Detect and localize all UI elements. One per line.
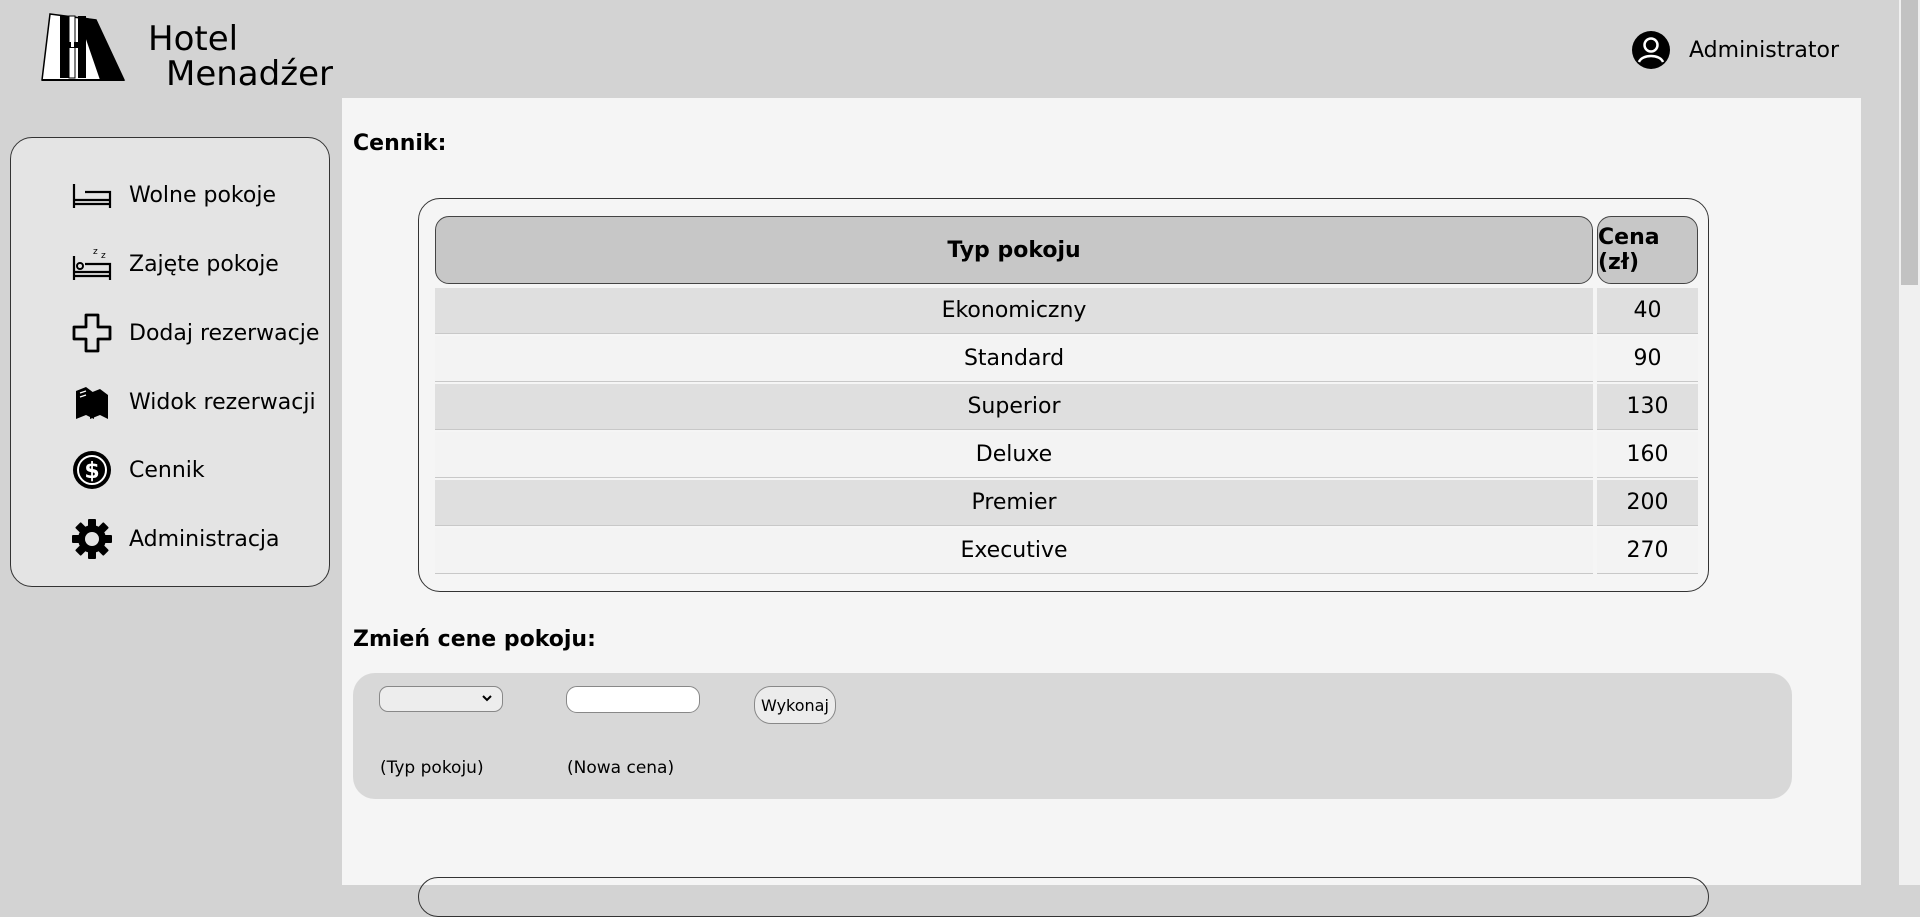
top-header: Hotel Menadźer Administrator (0, 0, 1899, 98)
sidebar-item-label: Cennik (129, 457, 205, 483)
sidebar-item-widok-rezerwacji[interactable]: Widok rezerwacji (69, 377, 316, 427)
gear-icon (69, 516, 115, 562)
new-price-input[interactable] (566, 686, 700, 713)
change-price-title: Zmień cene pokoju: (353, 627, 596, 652)
chevron-down-icon (482, 695, 492, 702)
room-type-cell: Premier (435, 480, 1593, 526)
price-cell: 40 (1597, 288, 1698, 334)
books-icon (69, 379, 115, 425)
plus-icon (69, 310, 115, 356)
app-title: Hotel Menadźer (148, 22, 333, 92)
room-type-cell: Executive (435, 528, 1593, 574)
user-name: Administrator (1689, 37, 1839, 63)
sidebar-item-label: Administracja (129, 526, 280, 552)
hotel-logo-icon (41, 13, 126, 81)
sidebar-item-cennik[interactable]: $ Cennik (69, 445, 205, 495)
sleeping-bed-icon: zz (69, 241, 115, 287)
price-cell: 90 (1597, 336, 1698, 382)
sidebar-item-label: Dodaj rezerwacje (129, 320, 320, 346)
sidebar-item-zajete-pokoje[interactable]: zz Zajęte pokoje (69, 239, 279, 289)
logo-line-2: Menadźer (166, 54, 333, 94)
sidebar-nav: Wolne pokoje zz Zajęte pokoje Dodaj reze… (10, 137, 330, 587)
new-price-hint: (Nowa cena) (567, 758, 675, 778)
sidebar-item-wolne-pokoje[interactable]: Wolne pokoje (69, 170, 276, 220)
sidebar-item-dodaj-rezerwacje[interactable]: Dodaj rezerwacje (69, 308, 319, 358)
user-avatar-icon (1632, 31, 1671, 69)
pricing-title: Cennik: (353, 131, 447, 156)
next-table-frame (418, 877, 1709, 917)
price-table: Typ pokoju Cena (zł) Ekonomiczny 40 Stan… (418, 198, 1709, 592)
room-type-cell: Deluxe (435, 432, 1593, 478)
column-header-room-type: Typ pokoju (435, 216, 1593, 284)
sidebar-item-label: Wolne pokoje (129, 182, 276, 208)
execute-button[interactable]: Wykonaj (754, 686, 836, 724)
scrollbar-thumb[interactable] (1901, 0, 1918, 285)
room-type-cell: Superior (435, 384, 1593, 430)
svg-text:z: z (101, 251, 106, 261)
price-cell: 270 (1597, 528, 1698, 574)
sidebar-item-label: Zajęte pokoje (129, 251, 279, 277)
svg-text:z: z (93, 247, 98, 257)
column-header-price: Cena (zł) (1597, 216, 1698, 284)
change-price-form: Wykonaj (Typ pokoju) (Nowa cena) (353, 673, 1792, 799)
room-type-cell: Standard (435, 336, 1593, 382)
sidebar-item-administracja[interactable]: Administracja (69, 514, 280, 564)
price-cell: 160 (1597, 432, 1698, 478)
room-type-hint: (Typ pokoju) (380, 758, 484, 778)
room-type-cell: Ekonomiczny (435, 288, 1593, 334)
svg-text:$: $ (84, 459, 99, 484)
bed-icon (69, 172, 115, 218)
app-logo[interactable]: Hotel Menadźer (38, 12, 333, 92)
user-menu[interactable]: Administrator (1631, 30, 1839, 70)
sidebar-item-label: Widok rezerwacji (129, 389, 316, 415)
logo-line-1: Hotel (148, 19, 239, 59)
dollar-icon: $ (69, 447, 115, 493)
room-type-select[interactable] (379, 686, 503, 712)
price-cell: 200 (1597, 480, 1698, 526)
price-cell: 130 (1597, 384, 1698, 430)
